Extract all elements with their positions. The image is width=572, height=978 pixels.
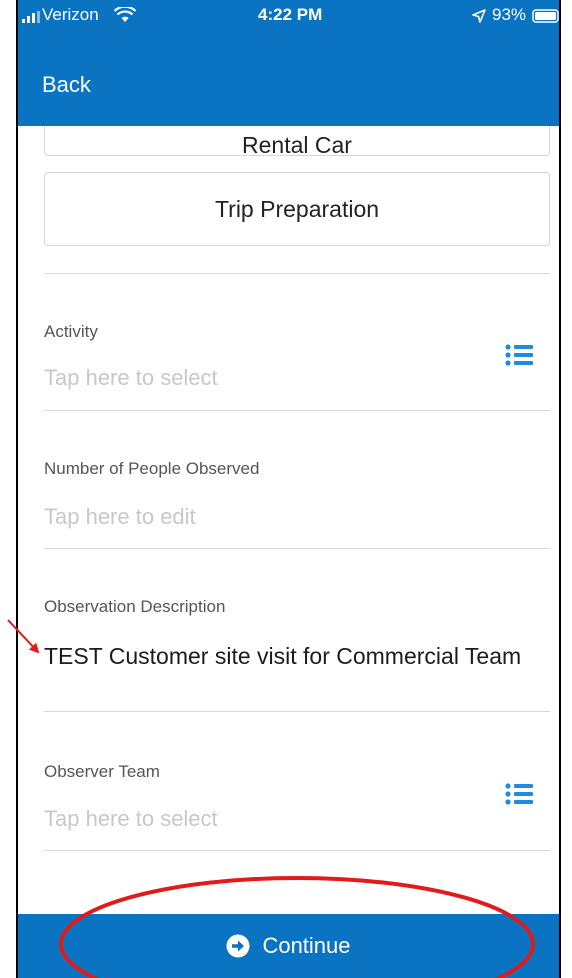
list-icon[interactable] — [505, 783, 533, 805]
field-underline — [44, 850, 550, 851]
phone-screen: Verizon 4:22 PM 93% Back Rental Car Trip… — [16, 0, 561, 978]
field-label: Observation Description — [44, 597, 226, 616]
field-label: Observer Team — [44, 762, 160, 781]
battery-icon — [532, 9, 559, 23]
navigation-bar: Back — [18, 30, 559, 126]
signal-icon — [22, 11, 40, 23]
continue-button[interactable]: Continue — [18, 914, 559, 978]
form-scroll-area[interactable]: Rental Car Trip Preparation Activity Tap… — [18, 126, 559, 914]
status-bar: Verizon 4:22 PM 93% — [18, 0, 559, 30]
list-icon[interactable] — [505, 344, 533, 366]
category-label: Trip Preparation — [214, 195, 380, 222]
field-underline — [44, 711, 550, 712]
category-button-rental-car[interactable]: Rental Car — [44, 126, 550, 158]
field-label: Number of People Observed — [44, 459, 260, 478]
people-observed-input[interactable]: Tap here to edit — [44, 504, 196, 530]
activity-input[interactable]: Tap here to select — [44, 365, 218, 391]
back-button[interactable]: Back — [42, 72, 91, 98]
status-time: 4:22 PM — [258, 5, 323, 24]
wifi-icon — [114, 7, 136, 22]
field-underline — [44, 548, 550, 549]
continue-label: Continue — [262, 933, 351, 958]
observer-team-input[interactable]: Tap here to select — [44, 806, 218, 832]
location-arrow-icon — [472, 9, 486, 23]
field-label: Activity — [44, 322, 98, 341]
arrow-right-circle-icon — [226, 934, 250, 958]
battery-percent: 93% — [492, 5, 527, 24]
observation-description-input[interactable]: TEST Customer site visit for Commercial … — [44, 640, 544, 672]
category-button-trip-preparation[interactable]: Trip Preparation — [44, 172, 550, 246]
category-label: Rental Car — [242, 131, 352, 158]
carrier-name: Verizon — [42, 5, 99, 24]
field-underline — [44, 410, 550, 411]
divider — [44, 273, 550, 274]
